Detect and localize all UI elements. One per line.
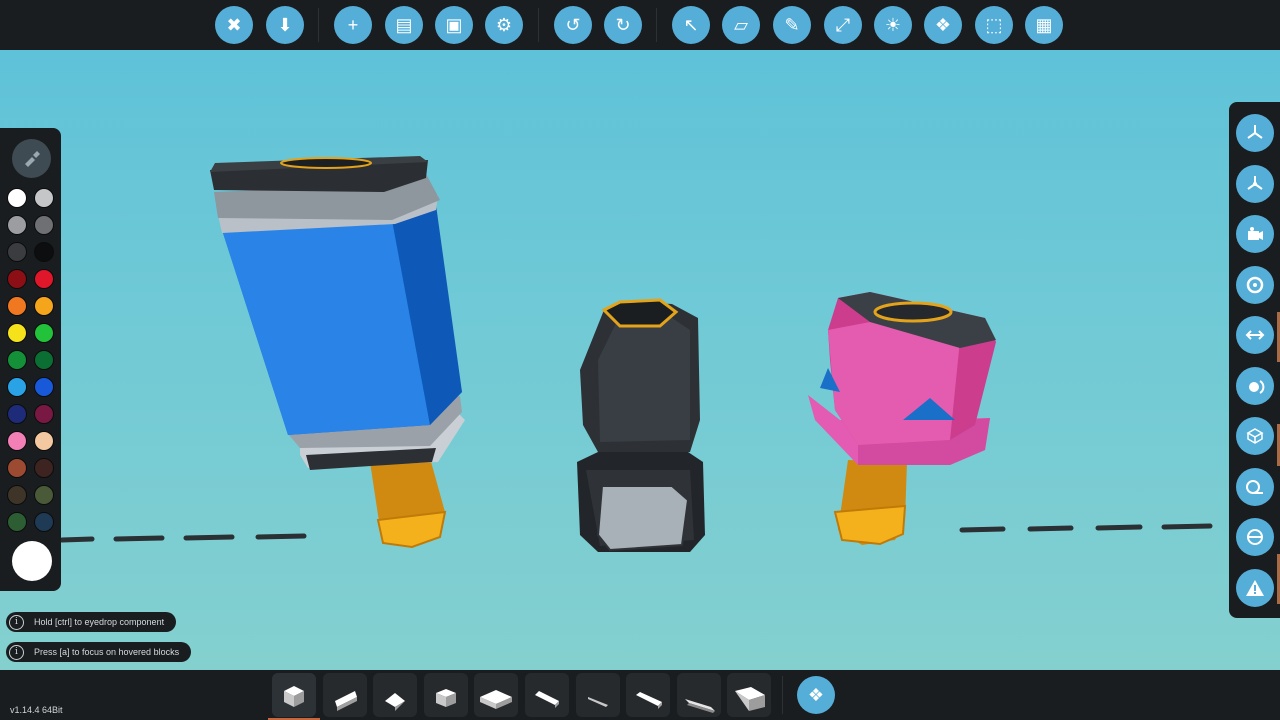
info-icon: i <box>9 614 24 630</box>
block-pyramid-button[interactable] <box>373 673 418 717</box>
bottom-block-bar: v1.14.4 64Bit ❖ <box>0 670 1280 720</box>
block-cube-icon <box>284 686 304 707</box>
blocks-cluster-icon[interactable]: ❖ <box>797 676 835 714</box>
block-half-cube-icon <box>435 689 456 707</box>
black-nozzle-model <box>577 298 705 552</box>
block-sliver-icon <box>587 697 608 707</box>
color-swatch[interactable] <box>34 323 54 343</box>
color-swatch[interactable] <box>7 377 27 397</box>
color-swatch[interactable] <box>34 242 54 262</box>
light-bulb-icon[interactable]: ☀ <box>874 6 912 44</box>
scene-render <box>59 156 1213 552</box>
color-swatch[interactable] <box>34 404 54 424</box>
guide-line-left <box>59 533 307 543</box>
color-palette-panel <box>0 128 61 591</box>
warning-icon[interactable] <box>1236 568 1274 607</box>
toolbar-separator <box>318 8 319 42</box>
transform-axes-icon[interactable]: ⤢ <box>824 6 862 44</box>
block-flat-wedge-button[interactable] <box>676 673 721 717</box>
build-viewport[interactable] <box>0 50 1280 670</box>
save-down-icon[interactable]: ⬇ <box>266 6 304 44</box>
block-slab-icon <box>480 690 513 709</box>
color-swatch[interactable] <box>34 215 54 235</box>
color-swatch[interactable] <box>34 296 54 316</box>
steam-icon[interactable]: ⚙ <box>485 6 523 44</box>
orientation-icon[interactable] <box>1236 114 1274 152</box>
block-flat-wedge-icon <box>684 699 715 713</box>
hint-focus: i Press [a] to focus on hovered blocks <box>6 642 192 662</box>
bottom-separator <box>782 676 783 714</box>
ballast-icon[interactable] <box>1236 518 1274 556</box>
block-wedge-button[interactable] <box>322 673 367 717</box>
guide-line-right <box>959 523 1213 533</box>
color-swatch[interactable] <box>7 350 27 370</box>
logic-flow-icon[interactable] <box>1236 316 1274 354</box>
paint-brush-icon[interactable] <box>12 139 51 178</box>
microcontroller-icon[interactable]: ▦ <box>1025 6 1063 44</box>
fluid-icon[interactable] <box>1236 366 1274 405</box>
folder-icon[interactable]: ▤ <box>385 6 423 44</box>
color-swatch[interactable] <box>7 431 27 451</box>
block-thin-wedge-icon <box>535 691 559 708</box>
color-swatch[interactable] <box>7 269 27 289</box>
block-wedge-icon <box>334 691 357 711</box>
color-swatch[interactable] <box>7 188 27 208</box>
color-swatch[interactable] <box>7 404 27 424</box>
block-pyramid-icon <box>385 693 406 711</box>
disk-icon[interactable]: ▣ <box>435 6 473 44</box>
color-swatch[interactable] <box>7 458 27 478</box>
selected-color-preview <box>12 541 52 581</box>
blocks-cluster-icon[interactable]: ❖ <box>924 6 962 44</box>
cube-outline-icon[interactable] <box>1236 417 1274 455</box>
undo-icon[interactable]: ↺ <box>554 6 592 44</box>
block-thin-wedge-button[interactable] <box>525 673 569 717</box>
color-swatch[interactable] <box>34 431 54 451</box>
pink-hammer-model <box>808 292 996 546</box>
toolbar-separator <box>656 8 657 42</box>
color-swatch[interactable] <box>34 269 54 289</box>
add-icon[interactable]: + <box>334 6 372 44</box>
tape-measure-icon[interactable] <box>1236 467 1274 506</box>
block-half-cube-button[interactable] <box>423 673 468 717</box>
right-toolbar <box>1229 102 1280 618</box>
color-swatch[interactable] <box>34 350 54 370</box>
color-swatch[interactable] <box>34 458 54 478</box>
color-swatch[interactable] <box>34 188 54 208</box>
info-icon: i <box>9 644 24 660</box>
color-swatch[interactable] <box>7 215 27 235</box>
top-toolbar: ✖ ⬇ + ▤ ▣ ⚙ ↺ ↻ ↖ ▱ ✎ ⤢ ☀ ❖ ⬚ ▦ <box>0 0 1280 50</box>
selection-box-icon[interactable]: ⬚ <box>975 6 1013 44</box>
blue-hammer-model <box>210 156 465 549</box>
paint-brush-icon[interactable]: ✎ <box>773 6 811 44</box>
redo-icon[interactable]: ↻ <box>604 6 642 44</box>
hint-text: Press [a] to focus on hovered blocks <box>34 647 180 657</box>
close-icon[interactable]: ✖ <box>215 6 253 44</box>
block-cube-button[interactable] <box>268 673 320 720</box>
color-swatch[interactable] <box>34 485 54 505</box>
version-label: v1.14.4 64Bit <box>10 705 63 715</box>
select-arrow-icon[interactable]: ↖ <box>672 6 710 44</box>
target-icon[interactable] <box>1236 265 1274 304</box>
color-swatch[interactable] <box>7 323 27 343</box>
block-ramp-icon <box>735 687 766 711</box>
block-long-wedge-icon <box>636 692 663 709</box>
hint-text: Hold [ctrl] to eyedrop component <box>34 617 165 627</box>
block-slab-button[interactable] <box>474 673 519 717</box>
block-long-wedge-button[interactable] <box>626 673 671 717</box>
camera-icon[interactable] <box>1236 215 1274 253</box>
color-swatch[interactable] <box>7 512 27 532</box>
hint-eyedrop: i Hold [ctrl] to eyedrop component <box>6 612 177 632</box>
eraser-icon[interactable]: ▱ <box>722 6 760 44</box>
orientation-alt-icon[interactable] <box>1236 164 1274 203</box>
toolbar-separator <box>538 8 539 42</box>
block-sliver-button[interactable] <box>575 673 620 717</box>
block-ramp-button[interactable] <box>727 673 772 717</box>
color-swatch[interactable] <box>7 485 27 505</box>
color-swatch[interactable] <box>7 242 27 262</box>
color-swatch[interactable] <box>34 377 54 397</box>
color-swatch[interactable] <box>7 296 27 316</box>
color-swatch[interactable] <box>34 512 54 532</box>
